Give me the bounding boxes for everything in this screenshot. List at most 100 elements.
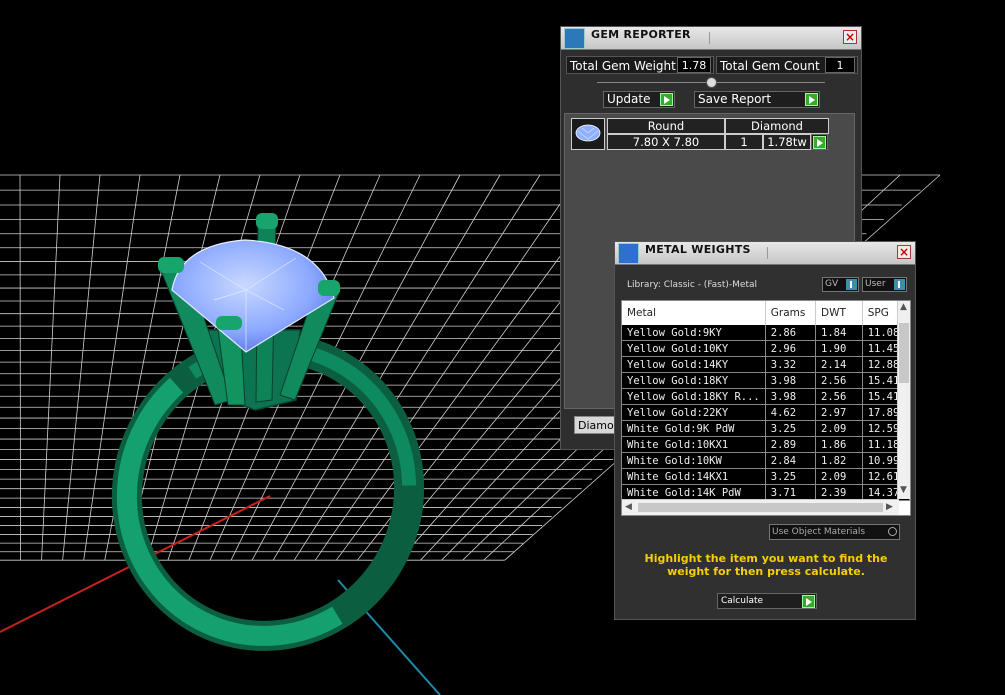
metal-cell: Yellow Gold:22KY xyxy=(622,404,766,421)
update-label: Update xyxy=(607,92,651,106)
gem-report-icon xyxy=(564,28,585,49)
grams-cell: 2.84 xyxy=(765,452,817,469)
table-row[interactable]: White Gold:10KW 2.84 1.82 10.99 xyxy=(622,452,910,469)
gem-size: 7.80 X 7.80 xyxy=(607,134,725,150)
dwt-cell: 2.09 xyxy=(815,420,863,437)
scroll-thumb[interactable] xyxy=(638,503,883,512)
metal-table[interactable]: Metal Grams DWT SPG Yellow Gold:9KY 2.86 1… xyxy=(621,300,911,516)
dwt-cell: 2.09 xyxy=(815,468,863,485)
total-gem-weight-value: 1.78 xyxy=(677,57,711,73)
close-icon[interactable]: × xyxy=(897,245,911,259)
gem-weight: 1.78tw xyxy=(763,134,811,150)
dwt-cell: 2.56 xyxy=(815,372,863,389)
table-row[interactable]: Yellow Gold:14KY 3.32 2.14 12.88 xyxy=(622,356,910,373)
metal-cell: White Gold:10KW xyxy=(622,452,766,469)
user-toggle[interactable]: User xyxy=(862,277,907,292)
prong-tip xyxy=(216,316,242,330)
prong-tip xyxy=(158,257,184,273)
column-header-grams[interactable]: Grams xyxy=(765,301,817,325)
use-object-materials-label: Use Object Materials xyxy=(772,527,866,537)
horizontal-scrollbar[interactable]: ◀ ▶ xyxy=(622,499,899,515)
metal-cell: Yellow Gold:9KY xyxy=(622,325,766,341)
play-arrow-icon xyxy=(805,93,818,106)
gv-label: GV xyxy=(825,279,839,289)
dwt-cell: 2.14 xyxy=(815,356,863,373)
grams-cell: 2.86 xyxy=(765,325,817,341)
table-row[interactable]: White Gold:14KX1 3.25 2.09 12.61 xyxy=(622,468,910,485)
grams-cell: 2.96 xyxy=(765,340,817,357)
gem-reporter-titlebar[interactable]: GEM REPORTER × xyxy=(561,27,861,50)
update-button[interactable]: Update xyxy=(603,91,675,108)
table-row[interactable]: Yellow Gold:18KY 3.98 2.56 15.41 xyxy=(622,372,910,389)
dwt-cell: 1.86 xyxy=(815,436,863,453)
total-gem-weight-text: Total Gem Weight xyxy=(570,59,676,73)
radio-icon xyxy=(888,527,897,536)
instruction-text: Highlight the item you want to find the … xyxy=(644,552,888,578)
dwt-cell: 2.56 xyxy=(815,388,863,405)
grams-cell: 2.89 xyxy=(765,436,817,453)
play-arrow-icon xyxy=(660,93,673,106)
gem-reporter-title: GEM REPORTER xyxy=(591,28,691,41)
table-row[interactable]: White Gold:9K PdW 3.25 2.09 12.59 xyxy=(622,420,910,437)
dwt-cell: 1.84 xyxy=(815,325,863,341)
total-gem-count-value: 1 xyxy=(825,57,855,73)
gem-row[interactable]: Round Diamond 7.80 X 7.80 1 1.78tw xyxy=(571,118,829,152)
grams-cell: 3.25 xyxy=(765,420,817,437)
gv-toggle[interactable]: GV xyxy=(822,277,859,292)
metal-cell: Yellow Gold:10KY xyxy=(622,340,766,357)
vertical-scrollbar[interactable]: ▲ ▼ xyxy=(897,301,910,499)
round-diamond-icon xyxy=(571,118,605,150)
column-header-metal[interactable]: Metal xyxy=(622,301,766,325)
metal-flask-icon xyxy=(618,243,639,264)
play-arrow-icon xyxy=(802,595,815,608)
dwt-cell: 2.97 xyxy=(815,404,863,421)
table-header: Metal Grams DWT SPG xyxy=(622,301,910,325)
metal-cell: White Gold:10KX1 xyxy=(622,436,766,453)
metal-weights-panel: METAL WEIGHTS × Library: Classic - (Fast… xyxy=(614,241,916,620)
save-report-label: Save Report xyxy=(698,92,772,106)
dwt-cell: 1.82 xyxy=(815,452,863,469)
grams-cell: 3.98 xyxy=(765,372,817,389)
metal-cell: Yellow Gold:14KY xyxy=(622,356,766,373)
scroll-right-icon[interactable]: ▶ xyxy=(886,502,893,512)
use-object-materials-option[interactable]: Use Object Materials xyxy=(769,524,900,540)
scroll-up-icon[interactable]: ▲ xyxy=(900,302,907,312)
toggle-icon xyxy=(894,279,905,290)
title-divider xyxy=(709,32,710,44)
gem-type: Diamond xyxy=(725,118,829,134)
metal-cell: White Gold:9K PdW xyxy=(622,420,766,437)
metal-weights-title: METAL WEIGHTS xyxy=(645,243,751,256)
gem-count: 1 xyxy=(725,134,763,150)
prong-tip xyxy=(318,280,340,296)
close-icon[interactable]: × xyxy=(843,30,857,44)
table-row[interactable]: Yellow Gold:9KY 2.86 1.84 11.08 xyxy=(622,325,910,341)
title-divider xyxy=(767,247,768,259)
metal-cell: Yellow Gold:18KY R... xyxy=(622,388,766,405)
table-row[interactable]: Yellow Gold:10KY 2.96 1.90 11.45 xyxy=(622,340,910,357)
table-row[interactable]: White Gold:10KX1 2.89 1.86 11.18 xyxy=(622,436,910,453)
calculate-button[interactable]: Calculate xyxy=(717,593,817,609)
column-header-dwt[interactable]: DWT xyxy=(815,301,863,325)
play-arrow-icon xyxy=(813,136,826,149)
scroll-left-icon[interactable]: ◀ xyxy=(625,502,632,512)
grams-cell: 3.98 xyxy=(765,388,817,405)
save-report-button[interactable]: Save Report xyxy=(694,91,820,108)
table-row[interactable]: Yellow Gold:22KY 4.62 2.97 17.89 xyxy=(622,404,910,421)
grams-cell: 3.32 xyxy=(765,356,817,373)
metal-weights-titlebar[interactable]: METAL WEIGHTS × xyxy=(615,242,915,265)
toggle-icon xyxy=(846,279,857,290)
user-label: User xyxy=(865,279,886,289)
grams-cell: 3.25 xyxy=(765,468,817,485)
scroll-down-icon[interactable]: ▼ xyxy=(900,485,907,495)
prong-tip xyxy=(256,213,278,229)
gem-go-button[interactable] xyxy=(811,134,828,150)
total-gem-count-text: Total Gem Count xyxy=(720,59,820,73)
library-label: Library: Classic - (Fast)-Metal xyxy=(627,280,758,290)
grams-cell: 4.62 xyxy=(765,404,817,421)
table-row[interactable]: Yellow Gold:18KY R... 3.98 2.56 15.41 xyxy=(622,388,910,405)
scroll-thumb[interactable] xyxy=(899,323,909,383)
dwt-cell: 1.90 xyxy=(815,340,863,357)
metal-cell: White Gold:14KX1 xyxy=(622,468,766,485)
slider-handle[interactable] xyxy=(706,77,717,88)
calculate-label: Calculate xyxy=(721,596,764,606)
